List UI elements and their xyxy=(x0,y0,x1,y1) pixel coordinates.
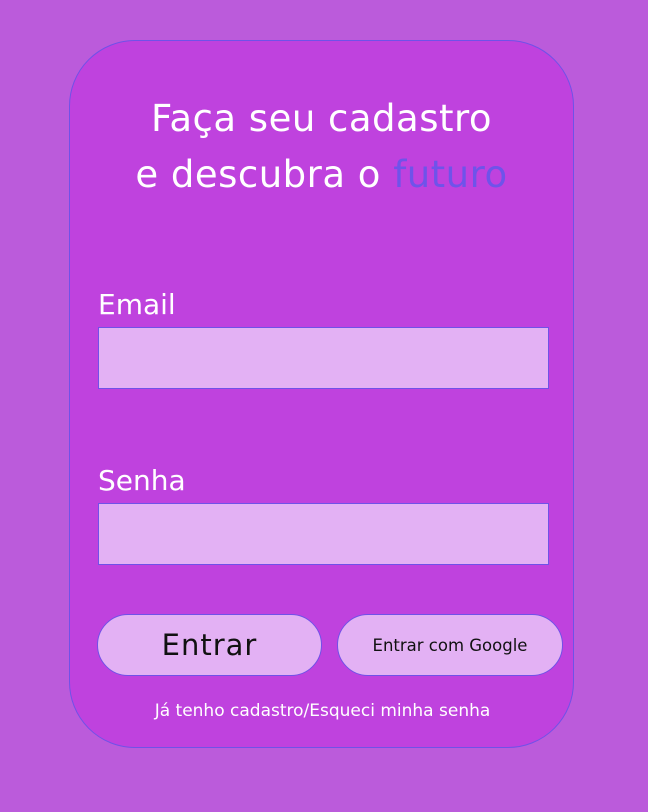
google-login-button[interactable]: Entrar com Google xyxy=(337,614,563,676)
signup-card: Faça seu cadastro e descubra o futuro Em… xyxy=(69,40,574,748)
login-forgot-password-link[interactable]: Já tenho cadastro/Esqueci minha senha xyxy=(70,699,575,723)
title-line-2-text: e descubra o xyxy=(135,153,394,196)
email-field[interactable] xyxy=(98,327,549,389)
title-accent-word: futuro xyxy=(393,153,508,196)
page-title: Faça seu cadastro e descubra o futuro xyxy=(70,91,573,203)
title-line-2: e descubra o futuro xyxy=(70,147,573,203)
title-line-1: Faça seu cadastro xyxy=(150,97,493,140)
password-field[interactable] xyxy=(98,503,549,565)
email-label: Email xyxy=(98,288,176,321)
senha-label: Senha xyxy=(98,464,186,497)
entrar-button[interactable]: Entrar xyxy=(97,614,322,676)
